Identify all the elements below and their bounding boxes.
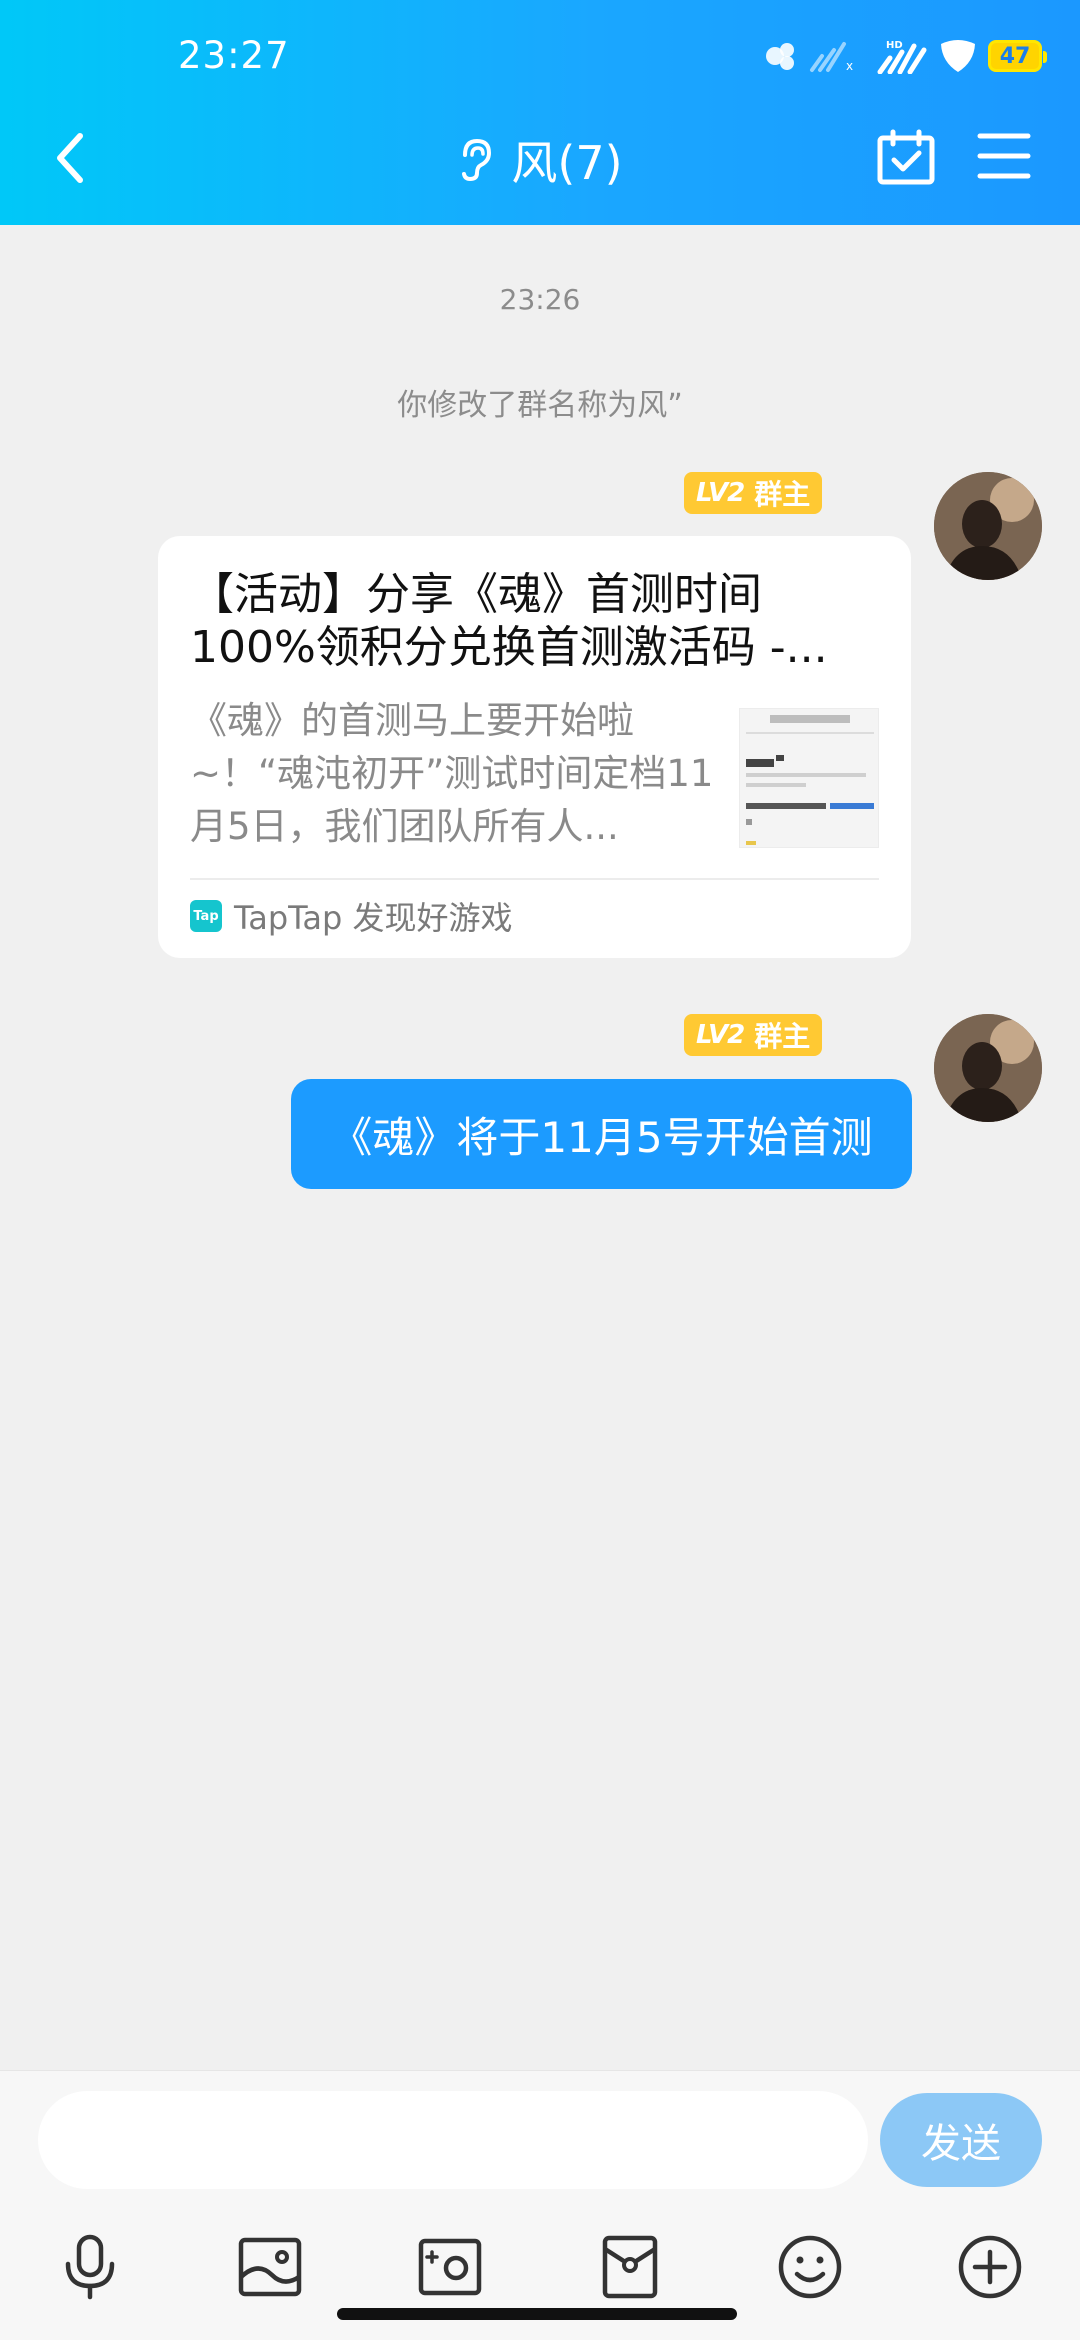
- svg-text:x: x: [846, 59, 853, 73]
- system-timestamp: 23:26: [499, 283, 581, 316]
- tool-row: [0, 2229, 1080, 2309]
- home-indicator[interactable]: [337, 2308, 737, 2320]
- card-body: 《魂》的首测马上要开始啦~！“魂沌初开”测试时间定档11月5日，我们团队所有人.…: [190, 694, 879, 864]
- avatar-image: [934, 472, 1042, 580]
- header: 23:27 x HD 47 风(7): [0, 0, 1080, 225]
- system-notice: 你修改了群名称为风”: [397, 388, 683, 423]
- microphone-icon: [65, 2234, 115, 2300]
- battery-icon: 47: [988, 40, 1047, 72]
- red-packet-icon: [602, 2235, 658, 2299]
- chat-title: 风(7): [511, 136, 623, 190]
- signal-icon: x: [810, 42, 853, 73]
- role-label: 群主: [754, 478, 811, 511]
- message-input[interactable]: [38, 2091, 868, 2189]
- camera-button[interactable]: [412, 2229, 488, 2305]
- member-badge: LV2 群主: [684, 472, 823, 514]
- card-source: Tap TapTap 发现好游戏: [190, 880, 879, 952]
- card-thumbnail: [739, 708, 879, 848]
- avatar-image: [934, 1014, 1042, 1122]
- svg-text:HD: HD: [886, 40, 903, 51]
- card-title: 【活动】分享《魂》首测时间100%领积分兑换首测激活码 -...: [190, 569, 828, 673]
- input-bar: 发送: [0, 2070, 1080, 2340]
- level-label: LV2: [696, 1020, 745, 1050]
- voice-button[interactable]: [52, 2229, 128, 2305]
- status-icons: x HD 47: [764, 36, 1047, 76]
- taptap-logo-icon: Tap: [190, 900, 222, 932]
- status-time: 23:27: [178, 34, 290, 77]
- emoji-icon: [778, 2235, 842, 2299]
- card-source-text: TapTap 发现好游戏: [234, 899, 513, 937]
- calendar-button[interactable]: [876, 128, 936, 188]
- camera-icon: [418, 2238, 482, 2296]
- more-button[interactable]: [952, 2229, 1028, 2305]
- bluetooth-icon: [766, 43, 794, 70]
- member-badge: LV2 群主: [684, 1014, 823, 1056]
- ear-icon: [462, 138, 492, 182]
- card-description: 《魂》的首测马上要开始啦~！“魂沌初开”测试时间定档11月5日，我们团队所有人.…: [190, 699, 714, 848]
- menu-icon: [977, 133, 1031, 179]
- image-icon: [238, 2237, 302, 2297]
- menu-button[interactable]: [976, 130, 1032, 182]
- image-button[interactable]: [232, 2229, 308, 2305]
- avatar[interactable]: [934, 1014, 1042, 1122]
- calendar-check-icon: [877, 129, 935, 185]
- message-bubble[interactable]: 《魂》将于11月5号开始首测: [291, 1079, 912, 1189]
- shield-icon: [941, 40, 975, 72]
- role-label: 群主: [754, 1020, 811, 1053]
- plus-icon: [958, 2235, 1022, 2299]
- red-packet-button[interactable]: [592, 2229, 668, 2305]
- level-label: LV2: [696, 478, 745, 508]
- send-button[interactable]: 发送: [880, 2093, 1042, 2187]
- hd-signal-icon: HD: [877, 40, 927, 74]
- avatar[interactable]: [934, 472, 1042, 580]
- link-card[interactable]: 【活动】分享《魂》首测时间100%领积分兑换首测激活码 -... 《魂》的首测马…: [158, 536, 911, 958]
- emoji-button[interactable]: [772, 2229, 848, 2305]
